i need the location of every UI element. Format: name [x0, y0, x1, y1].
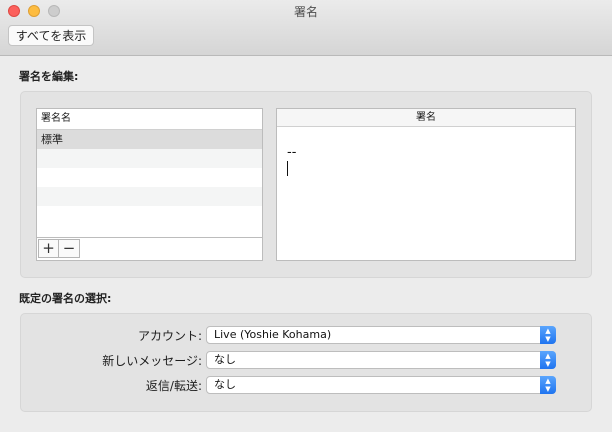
add-signature-button[interactable]: + — [38, 239, 59, 258]
empty-list-row — [37, 206, 262, 225]
reply-forward-value: なし — [214, 378, 236, 391]
signature-editor-header: 署名 — [277, 109, 575, 127]
new-message-popup[interactable]: なし ▲ ▼ — [206, 351, 556, 369]
empty-list-row — [37, 187, 262, 206]
account-popup[interactable]: Live (Yoshie Kohama) ▲ ▼ — [206, 326, 556, 344]
empty-list-row — [37, 149, 262, 168]
popup-chevron-icon: ▲ ▼ — [540, 351, 556, 369]
new-message-label: 新しいメッセージ: — [102, 354, 202, 368]
signature-editor[interactable]: 署名 -- — [276, 108, 576, 261]
signature-list-footer: + − — [37, 237, 262, 260]
popup-chevron-icon: ▲ ▼ — [540, 326, 556, 344]
default-signature-label: 既定の署名の選択: — [19, 292, 112, 305]
edit-signature-label: 署名を編集: — [19, 70, 79, 83]
list-item-signature[interactable]: 標準 — [37, 130, 262, 149]
signature-list[interactable]: 署名名 標準 + − — [36, 108, 263, 261]
popup-chevron-icon: ▲ ▼ — [540, 376, 556, 394]
new-message-value: なし — [214, 353, 236, 366]
remove-signature-button[interactable]: − — [59, 239, 80, 258]
signature-list-header[interactable]: 署名名 — [37, 109, 262, 130]
show-all-button[interactable]: すべてを表示 — [8, 25, 94, 46]
titlebar: 署名 すべてを表示 — [0, 0, 612, 56]
account-value: Live (Yoshie Kohama) — [214, 328, 332, 341]
account-label: アカウント: — [137, 329, 202, 343]
reply-forward-popup[interactable]: なし ▲ ▼ — [206, 376, 556, 394]
empty-list-row — [37, 168, 262, 187]
reply-forward-label: 返信/転送: — [145, 379, 202, 393]
signature-text[interactable]: -- — [287, 145, 296, 160]
signatures-window: 署名 すべてを表示 署名を編集: 署名名 標準 + − 署名 -- 既定の署名の… — [0, 0, 612, 432]
window-title: 署名 — [293, 5, 318, 19]
text-caret — [287, 161, 288, 176]
